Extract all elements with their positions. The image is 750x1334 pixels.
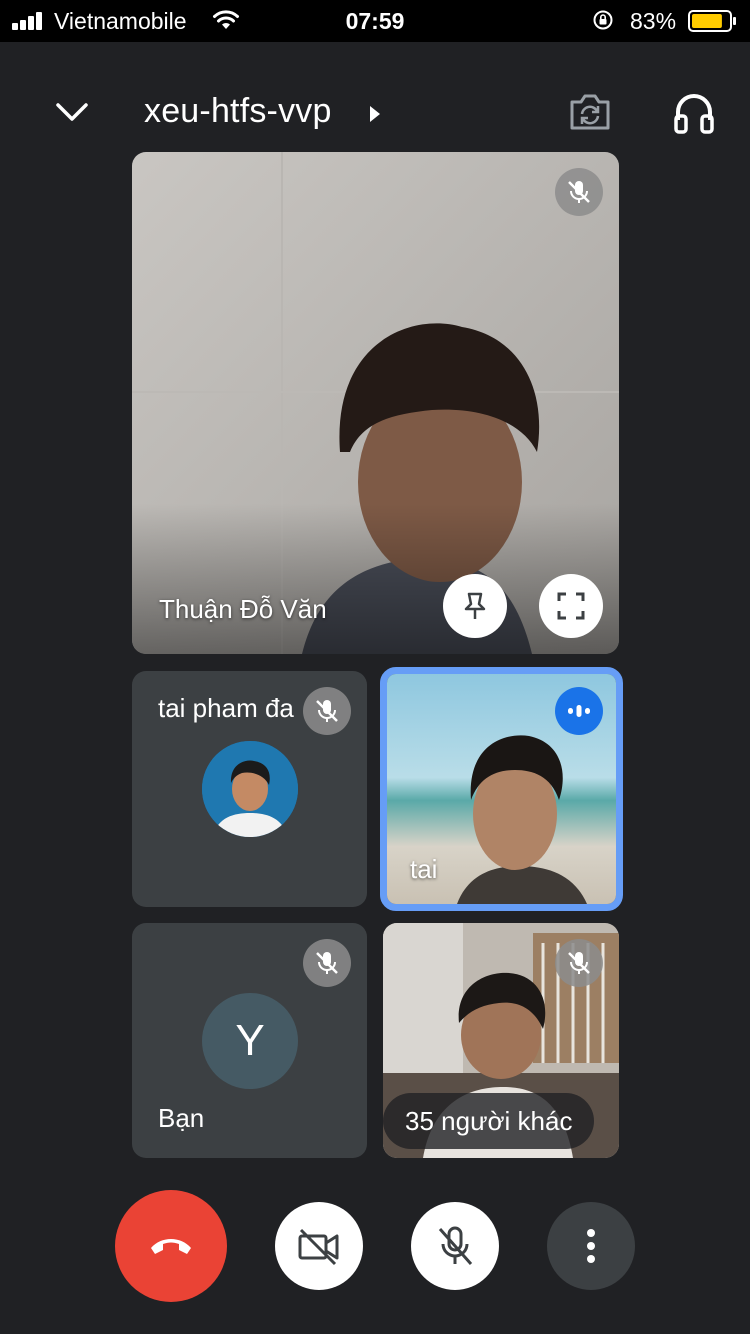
fullscreen-icon	[557, 592, 585, 620]
mic-muted-icon	[555, 939, 603, 987]
others-count-label[interactable]: 35 người khác	[383, 1093, 595, 1149]
pin-button[interactable]	[443, 574, 507, 638]
fullscreen-button[interactable]	[539, 574, 603, 638]
orientation-lock-icon	[593, 10, 613, 30]
mic-off-button[interactable]	[411, 1202, 499, 1290]
battery-percent: 83%	[630, 8, 677, 34]
active-speaker-tile[interactable]: tai	[380, 667, 623, 911]
self-tile[interactable]: Y Bạn	[132, 923, 367, 1158]
switch-camera-icon[interactable]	[568, 92, 612, 132]
headphones-icon[interactable]	[672, 90, 716, 134]
participant-name: Thuận Đỗ Văn	[159, 594, 327, 624]
main-video-tile[interactable]: Thuận Đỗ Văn	[132, 152, 619, 654]
status-bar: Vietnamobile 07:59 83%	[0, 0, 750, 42]
avatar: Y	[202, 993, 298, 1089]
others-tile[interactable]: 35 người khác	[383, 923, 619, 1158]
end-call-icon	[151, 1239, 191, 1254]
speaking-indicator-icon	[555, 687, 603, 735]
mic-muted-icon	[555, 168, 603, 216]
battery-icon	[688, 10, 736, 32]
mic-off-icon	[438, 1226, 473, 1265]
participant-video	[132, 152, 619, 654]
more-options-button[interactable]	[547, 1202, 635, 1290]
pin-icon	[464, 592, 486, 619]
meeting-code[interactable]: xeu-htfs-vvp	[144, 92, 332, 131]
more-vert-icon	[587, 1229, 595, 1237]
chevron-down-icon[interactable]	[54, 94, 90, 130]
participant-tile[interactable]: tai pham đa	[132, 671, 367, 907]
participant-name: tai pham đa	[158, 693, 294, 723]
camera-off-icon	[298, 1228, 339, 1266]
camera-off-button[interactable]	[275, 1202, 363, 1290]
avatar	[202, 741, 298, 837]
mic-muted-icon	[303, 687, 351, 735]
participant-name: Bạn	[158, 1103, 205, 1133]
caret-right-icon[interactable]	[368, 104, 382, 124]
participant-name: tai	[410, 854, 438, 884]
mic-muted-icon	[303, 939, 351, 987]
end-call-button[interactable]	[115, 1190, 227, 1302]
